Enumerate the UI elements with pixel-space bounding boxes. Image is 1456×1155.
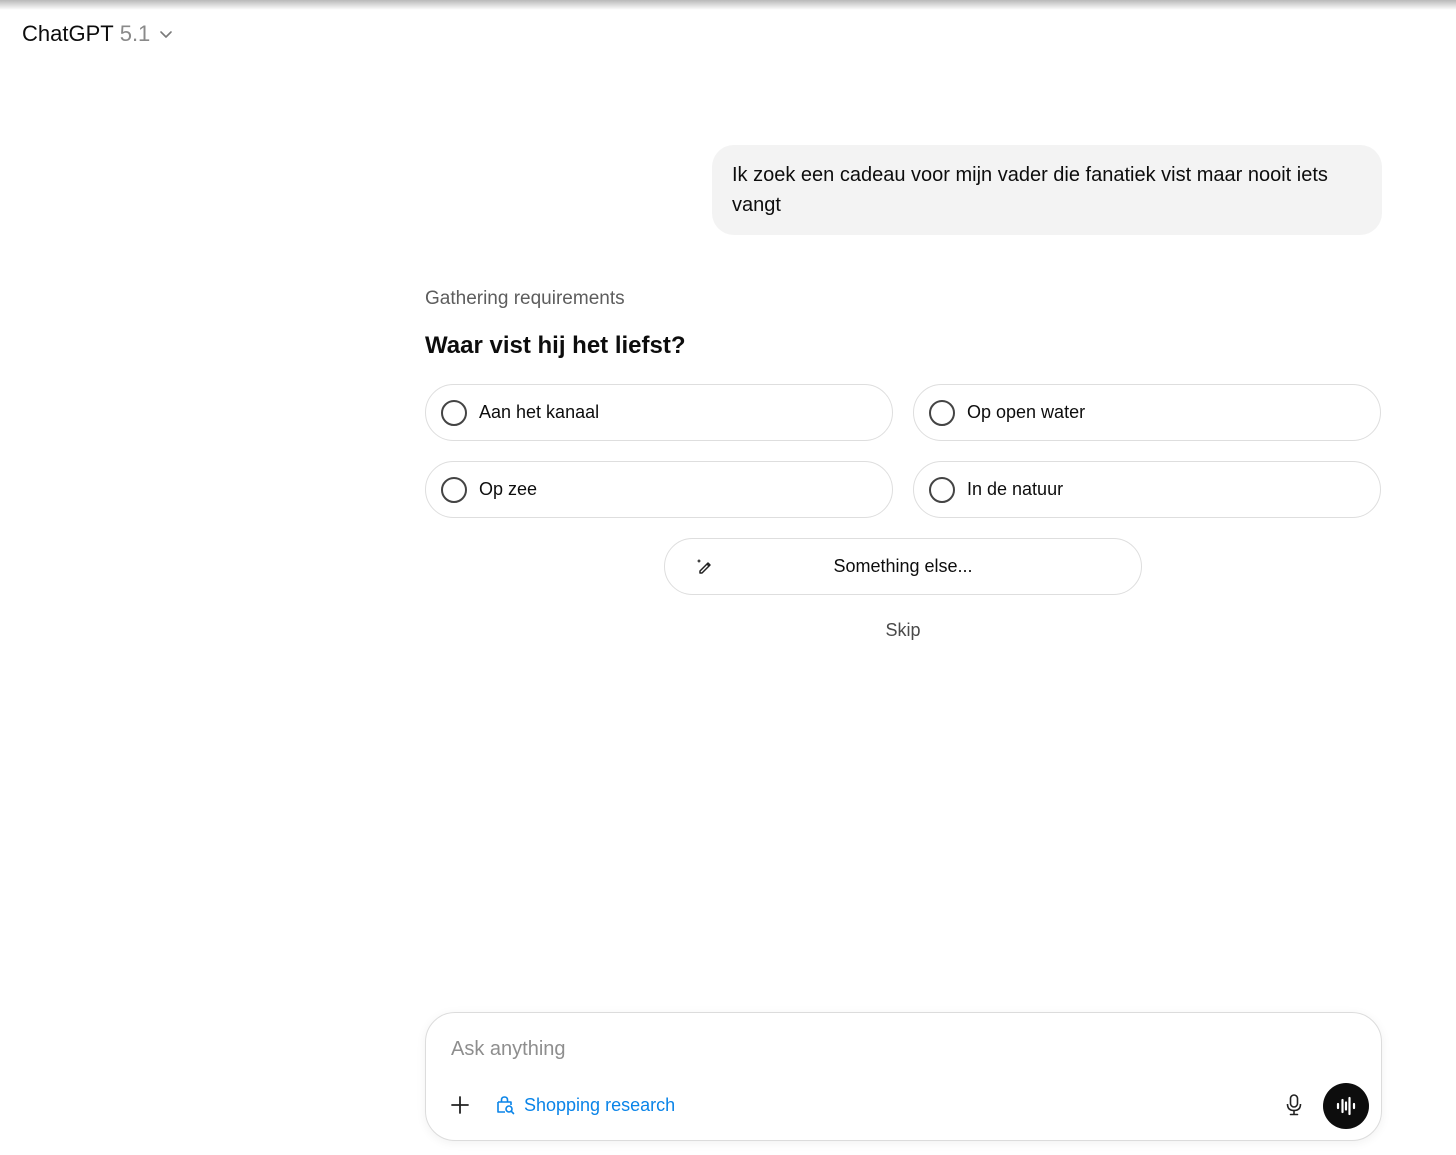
- chat-page: ChatGPT 5.1 Ik zoek een cadeau voor mijn…: [0, 0, 1456, 1155]
- something-else-label: Something else...: [833, 556, 973, 576]
- model-name: ChatGPT: [22, 21, 114, 46]
- microphone-icon: [1286, 1094, 1302, 1116]
- voice-waveform-icon: [1336, 1096, 1356, 1116]
- footer-disclaimer: [0, 1147, 1456, 1155]
- option-label: Op zee: [479, 479, 538, 499]
- radio-circle-icon: [929, 476, 955, 503]
- option-op-open-water[interactable]: Op open water: [913, 384, 1381, 441]
- shopping-research-label: Shopping research: [524, 1094, 676, 1115]
- radio-circle-icon: [929, 399, 955, 426]
- question-title: Waar vist hij het liefst?: [425, 332, 686, 359]
- assistant-status: Gathering requirements: [425, 288, 625, 309]
- shopping-bag-search-icon: [497, 1096, 515, 1115]
- option-aan-het-kanaal[interactable]: Aan het kanaal: [425, 384, 893, 441]
- user-message-bubble: Ik zoek een cadeau voor mijn vader die f…: [712, 145, 1382, 235]
- add-attachment-button[interactable]: [446, 1091, 474, 1119]
- option-label: Aan het kanaal: [479, 402, 600, 422]
- option-in-de-natuur[interactable]: In de natuur: [913, 461, 1381, 518]
- voice-mode-button[interactable]: [1323, 1083, 1369, 1129]
- option-label: Op open water: [967, 402, 1086, 422]
- something-else-button[interactable]: Something else...: [664, 538, 1142, 595]
- option-op-zee[interactable]: Op zee: [425, 461, 893, 518]
- option-label: In de natuur: [967, 479, 1064, 499]
- composer: Shopping research: [425, 1012, 1382, 1141]
- radio-circle-icon: [441, 476, 467, 503]
- skip-button[interactable]: Skip: [860, 620, 946, 646]
- dictation-button[interactable]: [1281, 1091, 1307, 1119]
- shopping-research-button[interactable]: Shopping research: [494, 1091, 675, 1119]
- chevron-down-icon: [158, 26, 174, 42]
- plus-icon: [451, 1096, 469, 1114]
- top-edge-shadow: [0, 0, 1456, 10]
- message-input[interactable]: [451, 1033, 1331, 1065]
- model-version: 5.1: [119, 21, 151, 46]
- model-switcher[interactable]: ChatGPT 5.1: [22, 19, 174, 49]
- radio-circle-icon: [441, 399, 467, 426]
- pencil-icon: [695, 557, 715, 577]
